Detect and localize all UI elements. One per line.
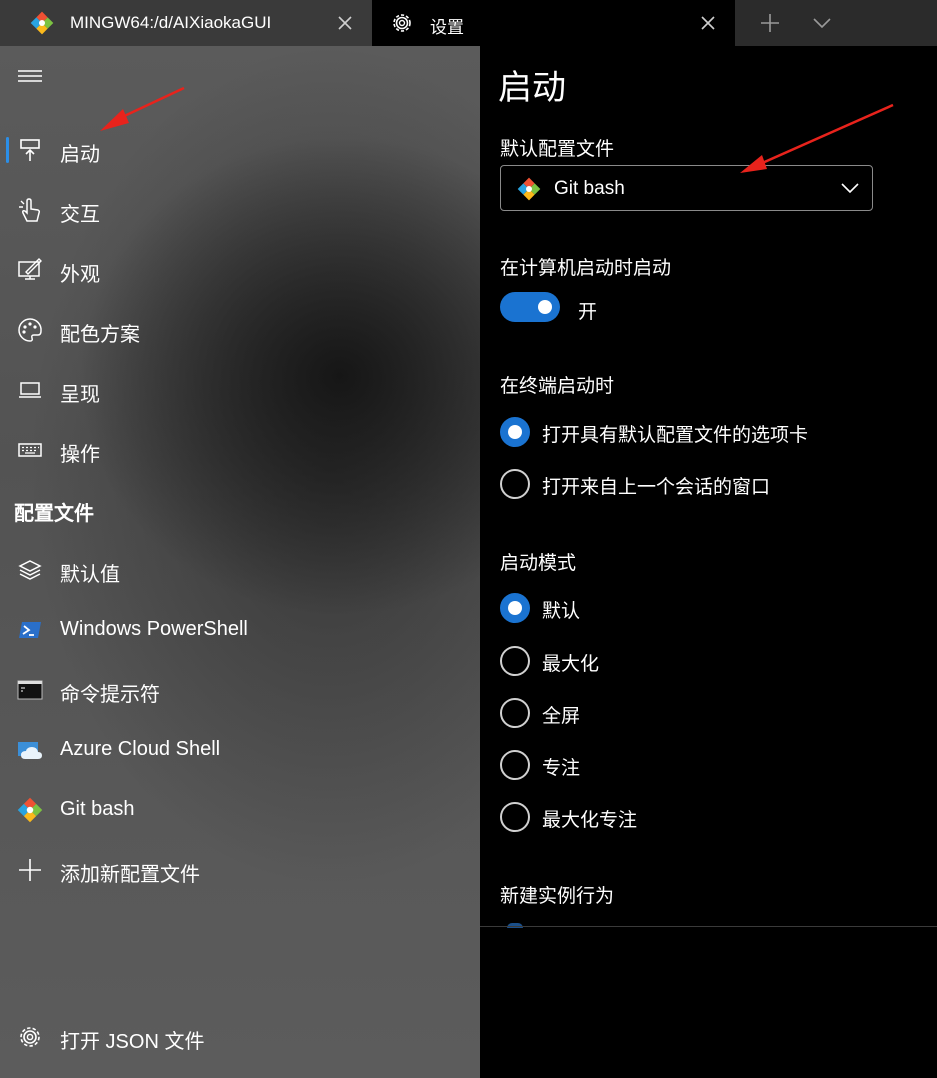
sidebar-item-rendering[interactable]: 呈现 bbox=[0, 365, 480, 415]
tab-title: MINGW64:/d/AIXiaokaGUI bbox=[70, 13, 272, 32]
sidebar-item-label: 交互 bbox=[60, 204, 100, 226]
open-json-label: 打开 JSON 文件 bbox=[60, 1031, 205, 1053]
radio-launch-fullscreen[interactable] bbox=[500, 698, 530, 728]
toggle-knob bbox=[538, 300, 552, 314]
radio-label: 打开来自上一个会话的窗口 bbox=[542, 477, 771, 498]
chevron-down-icon bbox=[841, 183, 859, 194]
radio-ring bbox=[500, 469, 530, 499]
sidebar-item-label: Windows PowerShell bbox=[60, 618, 248, 640]
appearance-icon bbox=[18, 258, 42, 280]
cmd-icon bbox=[17, 680, 43, 700]
selection-indicator bbox=[6, 137, 9, 163]
chevron-down-icon[interactable] bbox=[810, 12, 834, 34]
divider bbox=[480, 926, 937, 927]
rendering-icon bbox=[19, 382, 41, 398]
sidebar-item-label: 配色方案 bbox=[60, 324, 140, 346]
tab-title: 设置 bbox=[430, 18, 464, 37]
sidebar-item-label: Git bash bbox=[60, 798, 135, 820]
sidebar-item-git-bash[interactable]: Git bash bbox=[0, 785, 480, 835]
new-instance-behavior-label: 新建实例行为 bbox=[500, 886, 615, 907]
radio-ring bbox=[500, 646, 530, 676]
on-terminal-launch-label: 在终端启动时 bbox=[500, 376, 615, 397]
radio-dot bbox=[508, 601, 522, 615]
hamburger-icon[interactable] bbox=[18, 68, 42, 84]
radio-launch-default[interactable] bbox=[500, 593, 530, 623]
default-profile-value: Git bash bbox=[554, 178, 625, 199]
azure-icon bbox=[18, 742, 42, 759]
radio-ring bbox=[500, 750, 530, 780]
sidebar-item-azure[interactable]: Azure Cloud Shell bbox=[0, 725, 480, 775]
radio-open-default-tab[interactable] bbox=[500, 417, 530, 447]
plus-icon bbox=[19, 859, 41, 881]
radio-launch-maximized[interactable] bbox=[500, 646, 530, 676]
sidebar-item-label: 命令提示符 bbox=[60, 684, 160, 706]
sidebar-item-powershell[interactable]: Windows PowerShell bbox=[0, 605, 480, 655]
radio-open-previous-session[interactable] bbox=[500, 469, 530, 499]
launch-on-startup-label: 在计算机启动时启动 bbox=[500, 258, 672, 279]
radio-ring bbox=[500, 802, 530, 832]
tab-bar: MINGW64:/d/AIXiaokaGUI 设置 bbox=[0, 0, 937, 46]
gear-icon bbox=[393, 14, 411, 32]
layers-icon bbox=[18, 560, 42, 580]
interaction-icon bbox=[19, 198, 41, 222]
sidebar-item-cmd[interactable]: 命令提示符 bbox=[0, 665, 480, 715]
page-title: 启动 bbox=[498, 69, 566, 107]
sidebar-item-label: 呈现 bbox=[60, 384, 100, 406]
sidebar-item-label: 启动 bbox=[60, 144, 100, 166]
radio-label: 全屏 bbox=[542, 706, 581, 727]
radio-label: 打开具有默认配置文件的选项卡 bbox=[542, 425, 809, 446]
sidebar-item-defaults[interactable]: 默认值 bbox=[0, 545, 480, 595]
radio-label: 最大化专注 bbox=[542, 810, 638, 831]
tab-settings[interactable]: 设置 bbox=[372, 0, 735, 46]
settings-content: 启动 默认配置文件 Git bash 在计算机启动时启动 开 在终端启动时 打开… bbox=[480, 46, 937, 1078]
palette-icon bbox=[18, 318, 42, 342]
sidebar-item-startup[interactable]: 启动 bbox=[0, 125, 480, 175]
radio-ring bbox=[500, 698, 530, 728]
git-bash-icon bbox=[517, 177, 541, 201]
sidebar-item-label: 外观 bbox=[60, 264, 100, 286]
sidebar-item-actions[interactable]: 操作 bbox=[0, 425, 480, 475]
open-json-button[interactable]: 打开 JSON 文件 bbox=[0, 1012, 480, 1062]
sidebar-item-label: 添加新配置文件 bbox=[60, 864, 200, 886]
radio-label: 专注 bbox=[542, 758, 581, 779]
close-icon[interactable] bbox=[697, 12, 719, 34]
startup-icon bbox=[20, 139, 40, 161]
gear-icon bbox=[20, 1027, 40, 1047]
sidebar-item-appearance[interactable]: 外观 bbox=[0, 245, 480, 295]
default-profile-label: 默认配置文件 bbox=[500, 139, 615, 160]
toggle-state-text: 开 bbox=[578, 302, 598, 323]
keyboard-icon bbox=[18, 443, 42, 457]
sidebar-item-label: Azure Cloud Shell bbox=[60, 738, 221, 760]
radio-label: 最大化 bbox=[542, 654, 600, 675]
sidebar-item-label: 操作 bbox=[60, 444, 100, 466]
sidebar: 启动 交互 外观 配色方案 呈现 操作 配置文件 默认值 Windows Pow… bbox=[0, 46, 480, 1078]
tab-mingw64[interactable]: MINGW64:/d/AIXiaokaGUI bbox=[0, 0, 372, 46]
sidebar-item-color-schemes[interactable]: 配色方案 bbox=[0, 305, 480, 355]
git-bash-icon bbox=[17, 797, 43, 823]
powershell-icon bbox=[19, 622, 41, 638]
radio-dot bbox=[508, 425, 522, 439]
radio-label: 默认 bbox=[542, 601, 581, 622]
radio-launch-maximized-focus[interactable] bbox=[500, 802, 530, 832]
default-profile-dropdown[interactable]: Git bash bbox=[500, 165, 873, 211]
profiles-section-header: 配置文件 bbox=[14, 503, 94, 525]
radio-launch-focus[interactable] bbox=[500, 750, 530, 780]
close-icon[interactable] bbox=[334, 12, 356, 34]
sidebar-item-interaction[interactable]: 交互 bbox=[0, 185, 480, 235]
launch-on-startup-toggle[interactable] bbox=[500, 292, 560, 322]
sidebar-item-add-profile[interactable]: 添加新配置文件 bbox=[0, 845, 480, 895]
git-bash-icon bbox=[30, 11, 54, 35]
sidebar-item-label: 默认值 bbox=[60, 564, 120, 586]
plus-icon[interactable] bbox=[757, 10, 783, 36]
launch-mode-label: 启动模式 bbox=[500, 553, 577, 574]
